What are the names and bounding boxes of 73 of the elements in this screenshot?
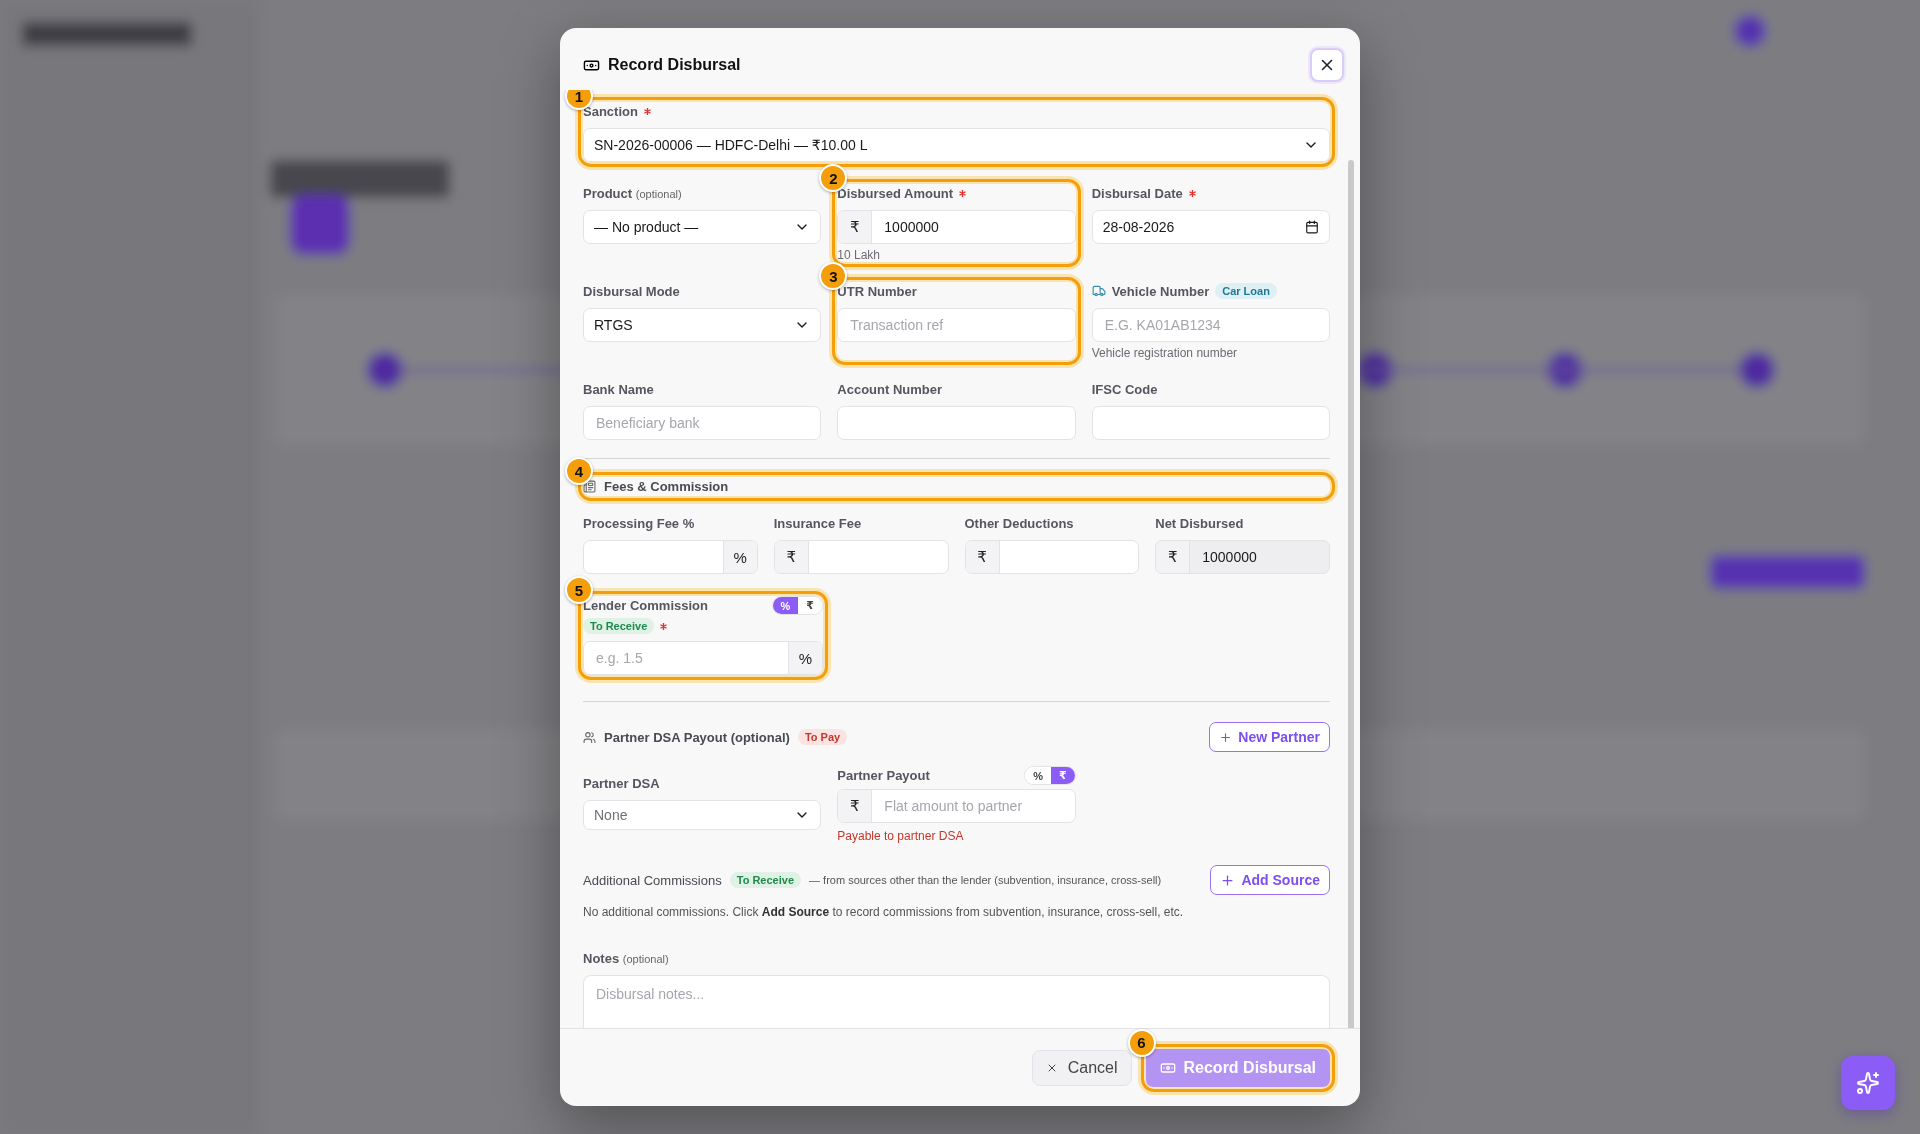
description-text: — from sources other than the lender (subvention, insurance, cross-sell) (809, 874, 1162, 886)
input-field[interactable]: 1000000 (872, 211, 1075, 243)
field-label: Processing Fee % (583, 515, 695, 531)
calendar-icon (1305, 220, 1319, 234)
section-title: Fees & Commission (604, 479, 729, 494)
currency-prefix: ₹ (838, 790, 873, 822)
input-field[interactable] (1091, 406, 1330, 440)
add-source-button[interactable]: Add Source (1210, 865, 1330, 895)
field-label: Disbursal Date (1091, 185, 1183, 201)
tag-label: Car Loan (1215, 283, 1277, 299)
input-field[interactable]: E.G. KA01AB1234 (1091, 308, 1330, 342)
plus-icon (1219, 730, 1233, 744)
close-button[interactable] (1310, 48, 1344, 82)
currency-prefix: ₹ (1156, 541, 1191, 573)
unit-suffix: % (722, 541, 757, 573)
input-group[interactable]: % (583, 540, 758, 574)
date-field[interactable]: 28-08-2026 (1091, 210, 1330, 244)
assistant-button[interactable] (1841, 1056, 1895, 1110)
tag-label: To Receive (583, 618, 655, 634)
currency-prefix: ₹ (774, 541, 809, 573)
field-label: Notes (optional) (583, 951, 669, 966)
unit-toggle[interactable]: % (772, 597, 799, 614)
field-label: Account Number (837, 381, 943, 397)
unit-toggle[interactable]: ₹ (1051, 767, 1075, 784)
input-field[interactable]: Beneficiary bank (583, 406, 822, 440)
truck-icon (1091, 284, 1106, 298)
field-label: Partner Payout (837, 768, 930, 783)
dialog-title: Record Disbursal (608, 56, 741, 74)
input-field[interactable] (837, 406, 1076, 440)
input-field[interactable]: e.g. 1.5 (584, 642, 788, 674)
scrollbar[interactable] (1348, 160, 1354, 1028)
section-title: Additional Commissions (583, 872, 722, 888)
section-title: Partner DSA Payout (optional) (604, 729, 790, 745)
users-icon (583, 730, 596, 744)
field-label: Net Disbursed (1155, 515, 1244, 531)
field-label: Product (optional) (583, 185, 682, 201)
input-group[interactable]: ₹ (773, 540, 949, 574)
hint-text: Vehicle registration number (1091, 346, 1239, 360)
field-label: Partner DSA (583, 776, 660, 791)
empty-message: No additional commissions. Click Add Source to record commissions from subvention, insurance, cross-sell, etc. (583, 905, 1185, 919)
field-label: Other Deductions (964, 515, 1074, 531)
sparkles-icon (1856, 1071, 1880, 1095)
input-group[interactable]: ₹ 1000000 (1155, 540, 1330, 574)
step-marker: 6 (1127, 1028, 1156, 1057)
hint-text: Payable to partner DSA (837, 829, 965, 843)
tag-label: To Pay (797, 729, 848, 745)
new-partner-button[interactable]: New Partner (1209, 722, 1330, 752)
hint-text: 10 Lakh (837, 248, 882, 262)
unit-suffix: % (788, 642, 822, 674)
field-label: Insurance Fee (773, 515, 862, 531)
field-label: Vehicle Number (1111, 283, 1210, 299)
input-field[interactable]: 1000000 (1190, 541, 1329, 573)
list-icon (583, 480, 596, 493)
currency-prefix: ₹ (965, 541, 1000, 573)
tag-label: To Receive (729, 872, 801, 888)
input-field[interactable]: Flat amount to partner (872, 790, 1075, 822)
select-field[interactable]: RTGS (583, 308, 822, 342)
input-group[interactable]: e.g. 1.5 % (583, 641, 823, 675)
input-group[interactable]: ₹ 1000000 (837, 210, 1076, 244)
input-field[interactable]: Transaction ref (837, 308, 1076, 342)
field-label: Disbursal Mode (583, 283, 680, 299)
step-marker: 4 (565, 457, 593, 485)
input-group[interactable]: ₹ (964, 540, 1140, 574)
select-field[interactable]: — No product — (583, 210, 822, 244)
cancel-button[interactable]: Cancel (1031, 1049, 1132, 1086)
field-label: Bank Name (583, 381, 654, 397)
select-field[interactable]: None (583, 800, 822, 830)
select-field[interactable]: SN-2026-00006 — HDFC-Delhi — ₹10.00 L (583, 128, 1330, 162)
currency-prefix: ₹ (838, 211, 873, 243)
field-label: IFSC Code (1091, 381, 1158, 397)
input-group[interactable]: ₹ Flat amount to partner (837, 789, 1076, 823)
plus-icon (1220, 872, 1236, 888)
notes-field[interactable]: Disbursal notes... (583, 975, 1330, 1028)
